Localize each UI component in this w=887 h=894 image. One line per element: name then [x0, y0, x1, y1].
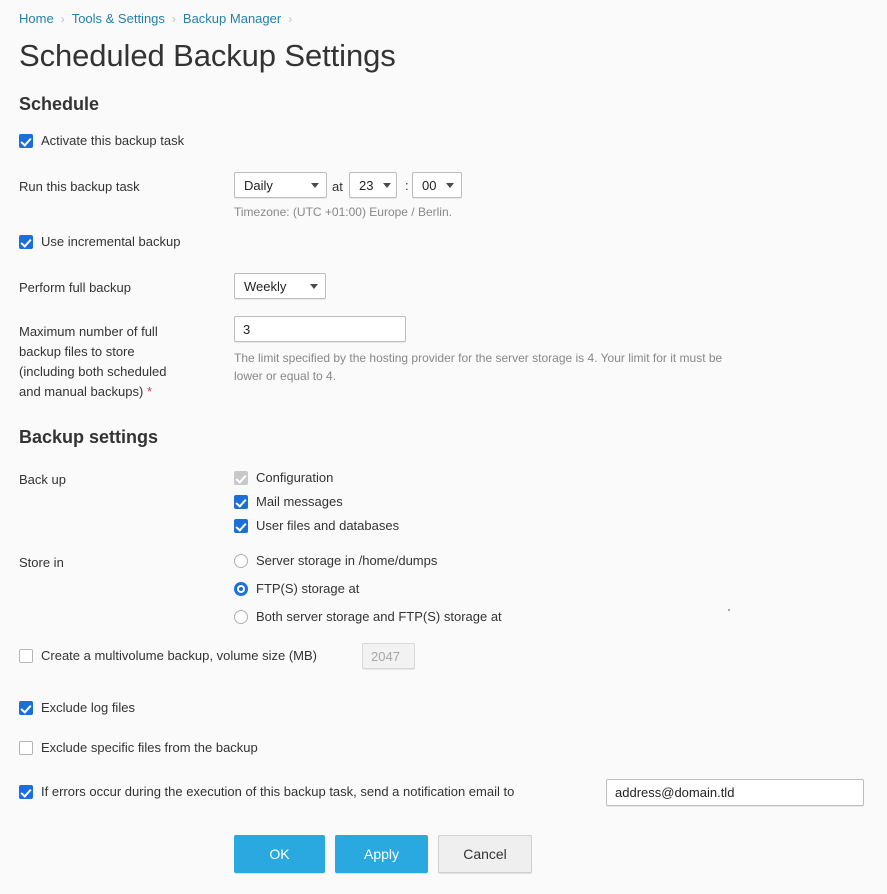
time-separator: :	[405, 178, 409, 193]
use-incremental-backup-row[interactable]: Use incremental backup	[19, 234, 180, 250]
run-backup-task-label: Run this backup task	[19, 179, 140, 194]
backup-option-mail-messages-label[interactable]: Mail messages	[256, 494, 343, 510]
hour-select[interactable]: 23	[349, 172, 397, 198]
store-in-option-ftp-radio[interactable]	[234, 582, 248, 596]
store-in-option-both-label[interactable]: Both server storage and FTP(S) storage a…	[256, 609, 502, 625]
backup-option-mail-messages-checkbox[interactable]	[234, 495, 248, 509]
ok-button[interactable]: OK	[234, 835, 325, 873]
chevron-down-icon	[446, 182, 455, 188]
breadcrumb-item-home[interactable]: Home	[19, 11, 54, 27]
error-notification-checkbox[interactable]	[19, 785, 33, 799]
max-full-backup-files-label-line4: and manual backups)	[19, 384, 144, 399]
backup-option-user-files-label[interactable]: User files and databases	[256, 518, 399, 534]
backup-option-user-files-checkbox[interactable]	[234, 519, 248, 533]
breadcrumb: Home › Tools & Settings › Backup Manager…	[19, 11, 299, 27]
cancel-button-label: Cancel	[463, 846, 507, 862]
use-incremental-backup-label[interactable]: Use incremental backup	[41, 234, 180, 250]
store-in-option-server-storage-label[interactable]: Server storage in /home/dumps	[256, 553, 437, 569]
use-incremental-backup-checkbox[interactable]	[19, 235, 33, 249]
exclude-specific-files-label[interactable]: Exclude specific files from the backup	[41, 740, 258, 756]
section-heading-backup-settings: Backup settings	[19, 427, 159, 447]
notification-email-input[interactable]	[606, 779, 864, 806]
multivolume-backup-checkbox[interactable]	[19, 649, 33, 663]
activate-backup-task-row[interactable]: Activate this backup task	[19, 133, 184, 149]
minute-select[interactable]: 00	[412, 172, 462, 198]
cancel-button[interactable]: Cancel	[438, 835, 532, 873]
chevron-down-icon	[311, 182, 319, 188]
store-in-label: Store in	[19, 555, 64, 570]
apply-button-label: Apply	[363, 846, 400, 862]
section-heading-schedule: Schedule	[19, 94, 100, 114]
max-full-backup-files-input[interactable]	[234, 316, 406, 342]
hour-select-value: 23	[359, 177, 374, 193]
exclude-log-files-label[interactable]: Exclude log files	[41, 700, 135, 716]
perform-full-backup-value: Weekly	[244, 278, 287, 294]
store-in-option-server-storage-row[interactable]: Server storage in /home/dumps	[234, 553, 437, 569]
backup-option-configuration-checkbox	[234, 471, 248, 485]
minute-select-value: 00	[422, 177, 437, 193]
perform-full-backup-label: Perform full backup	[19, 280, 131, 295]
breadcrumb-item-tools-settings[interactable]: Tools & Settings	[72, 11, 165, 27]
max-full-backup-files-label: Maximum number of full backup files to s…	[19, 322, 224, 402]
timezone-hint: Timezone: (UTC +01:00) Europe / Berlin.	[234, 205, 452, 219]
chevron-down-icon	[310, 283, 318, 289]
store-in-option-both-radio[interactable]	[234, 610, 248, 624]
activate-backup-task-label[interactable]: Activate this backup task	[41, 133, 184, 149]
max-full-backup-files-hint: The limit specified by the hosting provi…	[234, 351, 723, 383]
activate-backup-task-checkbox[interactable]	[19, 134, 33, 148]
apply-button[interactable]: Apply	[335, 835, 428, 873]
error-notification-row[interactable]: If errors occur during the execution of …	[19, 784, 514, 800]
store-in-option-ftp-label[interactable]: FTP(S) storage at	[256, 581, 359, 597]
at-label: at	[332, 179, 343, 194]
max-full-backup-files-label-line3: (including both scheduled	[19, 364, 167, 379]
backup-option-configuration-label: Configuration	[256, 470, 334, 485]
backup-option-configuration-row: Configuration	[234, 470, 333, 486]
frequency-select[interactable]: Daily	[234, 172, 327, 198]
store-in-option-ftp-row[interactable]: FTP(S) storage at	[234, 581, 359, 597]
multivolume-backup-row[interactable]: Create a multivolume backup, volume size…	[19, 648, 317, 664]
required-marker: *	[146, 384, 152, 399]
backup-option-user-files-row[interactable]: User files and databases	[234, 518, 399, 534]
exclude-specific-files-checkbox[interactable]	[19, 741, 33, 755]
breadcrumb-item-backup-manager[interactable]: Backup Manager	[183, 11, 281, 27]
chevron-down-icon	[383, 182, 392, 188]
exclude-log-files-row[interactable]: Exclude log files	[19, 700, 135, 716]
scheduled-backup-settings-page: Home › Tools & Settings › Backup Manager…	[0, 0, 887, 894]
back-up-label: Back up	[19, 472, 66, 487]
store-in-option-server-storage-radio[interactable]	[234, 554, 248, 568]
exclude-specific-files-row[interactable]: Exclude specific files from the backup	[19, 740, 258, 756]
perform-full-backup-select[interactable]: Weekly	[234, 273, 326, 299]
breadcrumb-separator-icon: ›	[288, 12, 293, 26]
multivolume-size-input	[362, 643, 415, 669]
exclude-log-files-checkbox[interactable]	[19, 701, 33, 715]
error-notification-label[interactable]: If errors occur during the execution of …	[41, 784, 514, 800]
page-title: Scheduled Backup Settings	[19, 38, 396, 73]
store-in-option-both-row[interactable]: Both server storage and FTP(S) storage a…	[234, 609, 502, 625]
breadcrumb-separator-icon: ›	[60, 12, 65, 26]
ok-button-label: OK	[269, 846, 290, 862]
max-full-backup-files-label-line2: backup files to store	[19, 344, 135, 359]
backup-option-mail-messages-row[interactable]: Mail messages	[234, 494, 343, 510]
max-full-backup-files-label-line1: Maximum number of full	[19, 324, 158, 339]
multivolume-backup-label[interactable]: Create a multivolume backup, volume size…	[41, 648, 317, 664]
frequency-select-value: Daily	[244, 177, 273, 193]
stray-dot-marker	[728, 609, 730, 611]
breadcrumb-separator-icon: ›	[171, 12, 176, 26]
